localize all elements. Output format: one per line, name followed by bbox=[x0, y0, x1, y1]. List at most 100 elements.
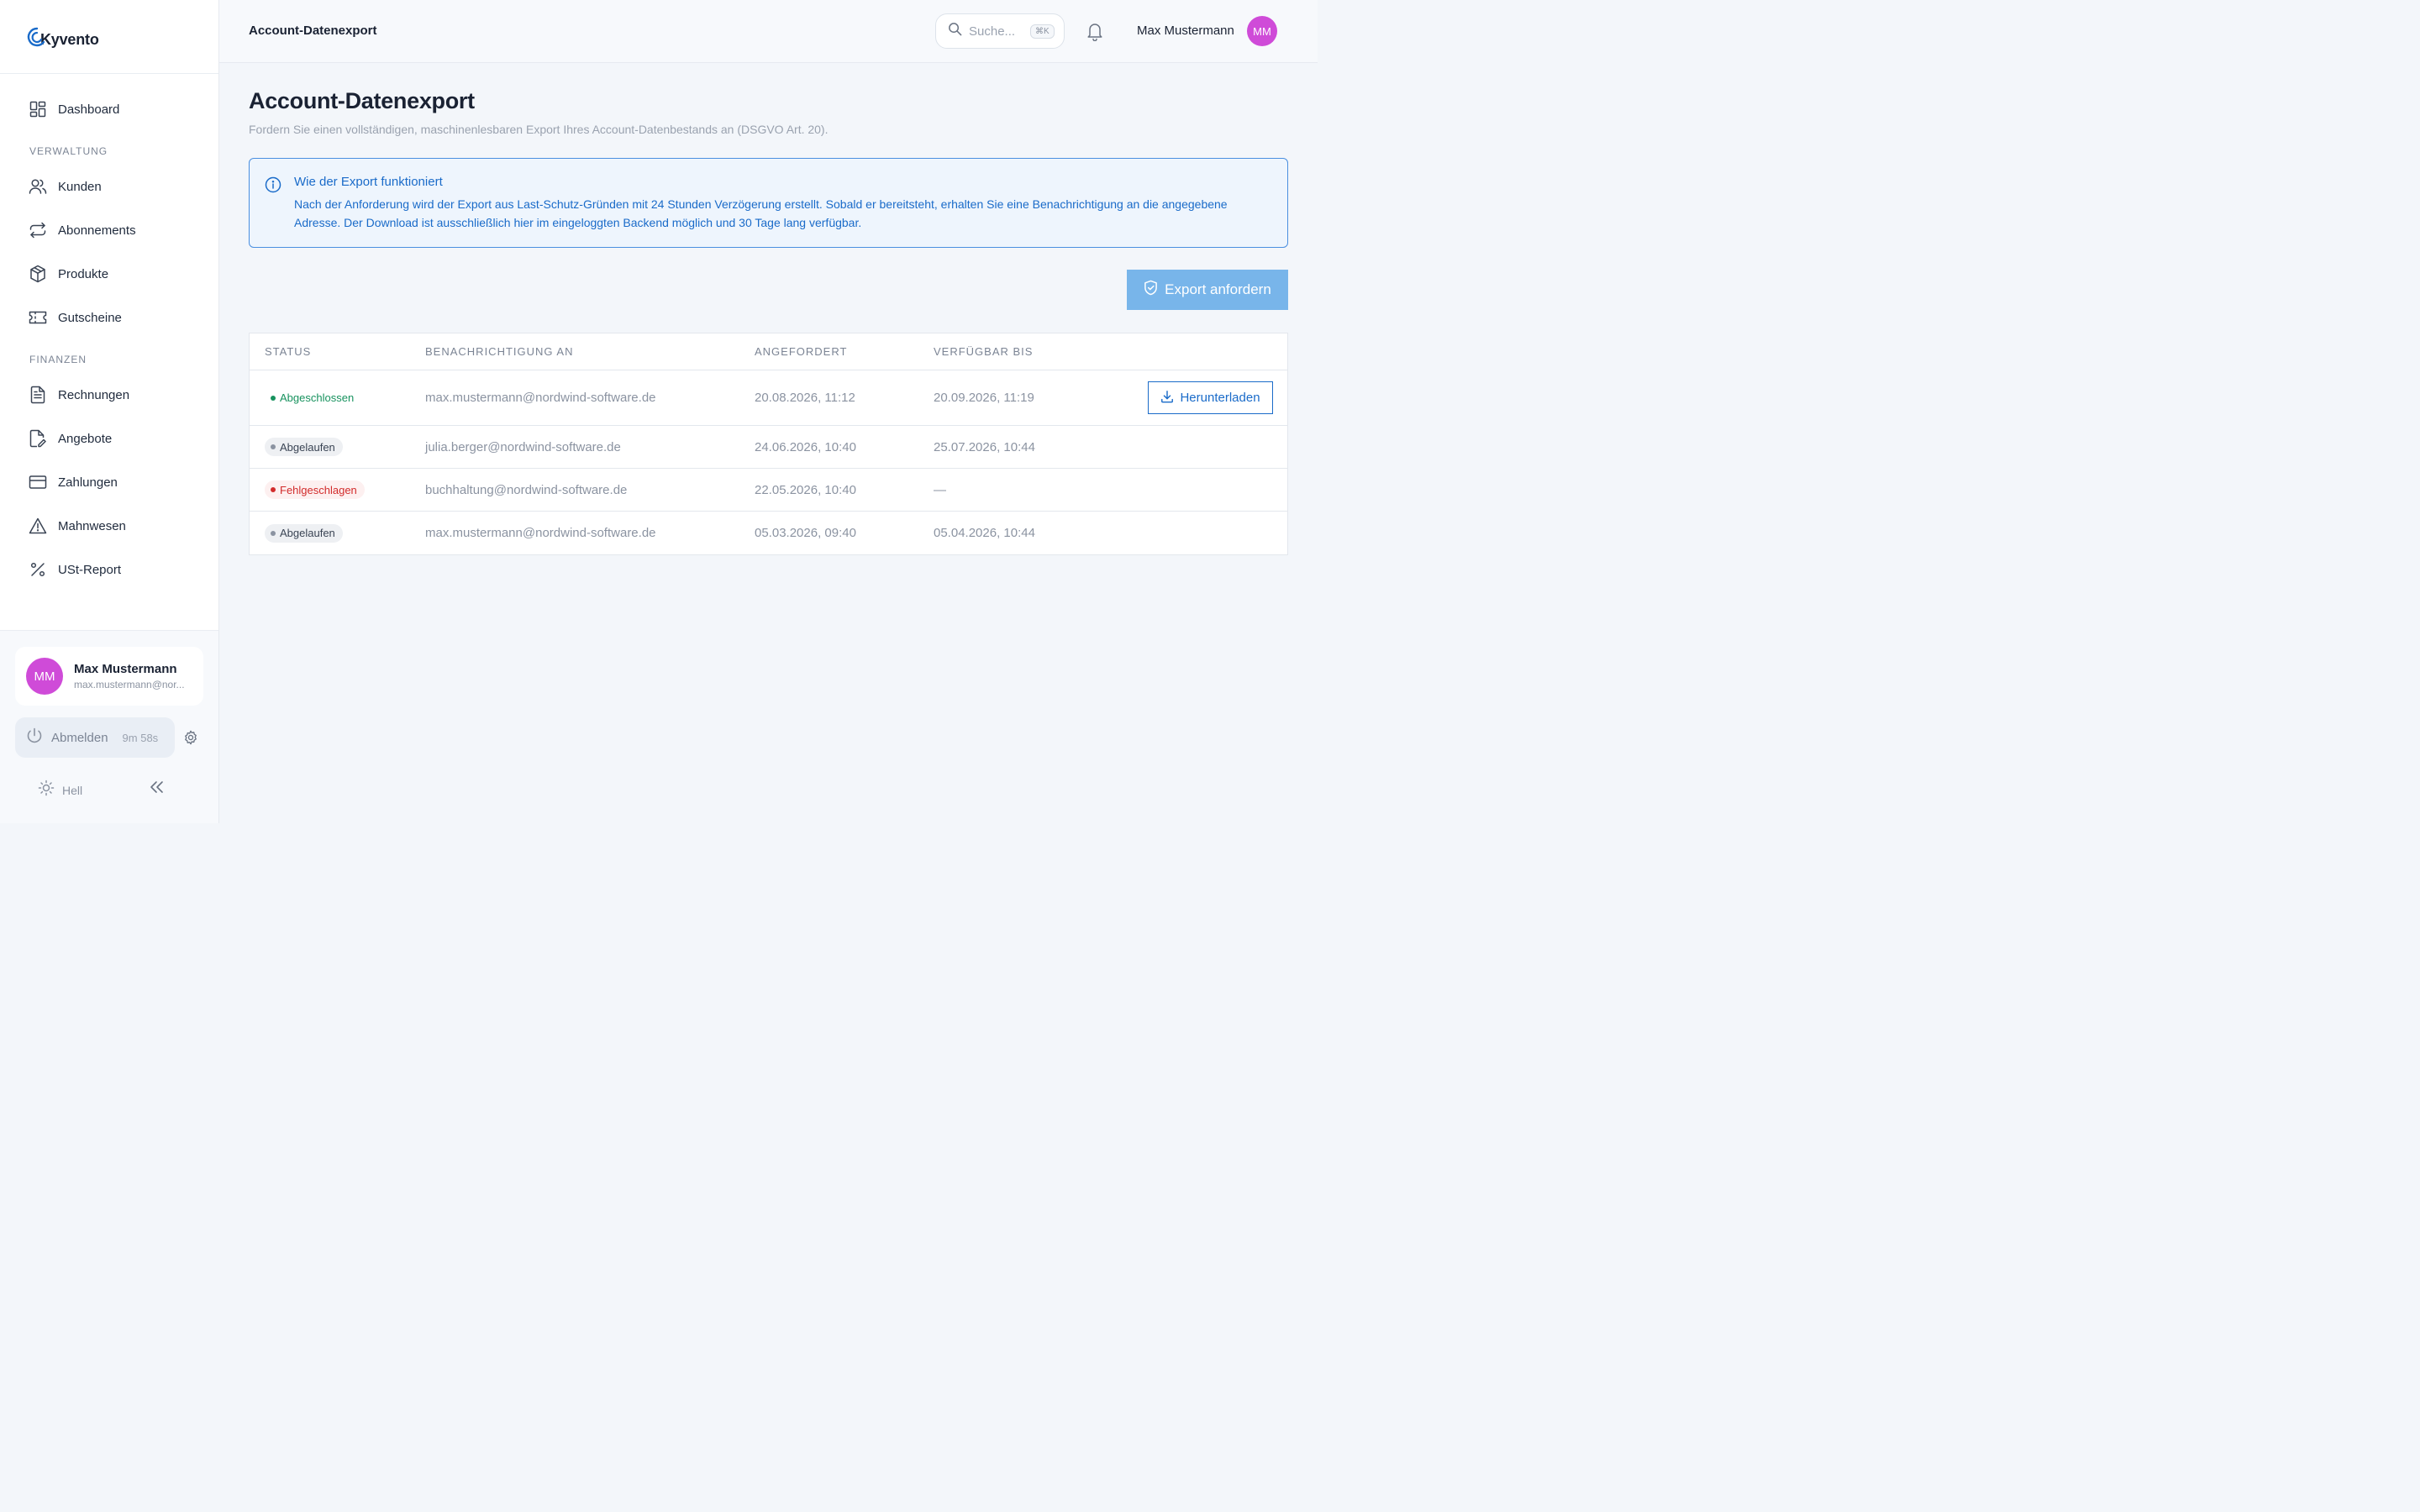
status-label: Fehlgeschlagen bbox=[280, 483, 357, 496]
sidebar-item-zahlungen[interactable]: Zahlungen bbox=[0, 460, 218, 504]
box-icon bbox=[29, 265, 47, 283]
logo-mark-icon bbox=[25, 25, 45, 49]
sidebar-item-abonnements[interactable]: Abonnements bbox=[0, 208, 218, 252]
repeat-icon bbox=[29, 221, 47, 239]
search-input[interactable]: Suche... ⌘K bbox=[935, 13, 1065, 49]
export-button-label: Export anfordern bbox=[1165, 281, 1271, 297]
column-header-requested: ANGEFORDERT bbox=[755, 345, 848, 358]
page-subtitle: Fordern Sie einen vollständigen, maschin… bbox=[249, 123, 829, 136]
logout-label: Abmelden bbox=[51, 730, 108, 745]
header-user-name[interactable]: Max Mustermann bbox=[1137, 24, 1234, 38]
table-header: STATUS BENACHRICHTIGUNG AN ANGEFORDERT V… bbox=[250, 333, 1287, 370]
sidebar-item-label: Rechnungen bbox=[58, 387, 130, 402]
requested-cell: 22.05.2026, 10:40 bbox=[755, 482, 856, 497]
sidebar-item-angebote[interactable]: Angebote bbox=[0, 417, 218, 460]
nav-section-title: FINANZEN bbox=[29, 354, 87, 365]
sun-icon bbox=[38, 780, 55, 801]
logout-button[interactable]: Abmelden 9m 58s bbox=[15, 717, 175, 758]
table-row: Abgeschlossen max.mustermann@nordwind-so… bbox=[250, 370, 1287, 426]
sidebar-item-kunden[interactable]: Kunden bbox=[0, 165, 218, 208]
email-cell: julia.berger@nordwind-software.de bbox=[425, 439, 621, 454]
collapse-sidebar-icon[interactable] bbox=[150, 780, 165, 798]
info-icon bbox=[265, 176, 281, 197]
sidebar-item-gutscheine[interactable]: Gutscheine bbox=[0, 296, 218, 339]
status-cell: Abgelaufen bbox=[250, 438, 425, 456]
available-until-cell: 05.04.2026, 10:44 bbox=[934, 526, 1035, 540]
status-dot bbox=[271, 530, 276, 536]
sidebar-item-label: Dashboard bbox=[58, 102, 120, 117]
alert-triangle-icon bbox=[29, 517, 47, 535]
status-dot bbox=[271, 444, 276, 449]
avatar[interactable]: MM bbox=[1247, 16, 1277, 46]
main-content: Account-Datenexport Fordern Sie einen vo… bbox=[249, 63, 1288, 555]
grid-icon bbox=[29, 100, 47, 118]
brand-name: Kyvento bbox=[40, 31, 99, 48]
sidebar-item-produkte[interactable]: Produkte bbox=[0, 252, 218, 296]
file-edit-icon bbox=[29, 429, 47, 448]
avatar: MM bbox=[26, 658, 63, 695]
percent-icon bbox=[29, 560, 47, 579]
ticket-icon bbox=[29, 308, 47, 327]
sidebar-item-label: Kunden bbox=[58, 179, 102, 194]
sidebar-item-mahnwesen[interactable]: Mahnwesen bbox=[0, 504, 218, 548]
sidebar-item-label: Produkte bbox=[58, 266, 109, 281]
sidebar-item-ust-report[interactable]: USt-Report bbox=[0, 548, 218, 591]
power-icon bbox=[26, 727, 43, 748]
sidebar-footer: MM Max Mustermann max.mustermann@nor... … bbox=[0, 630, 218, 823]
actions-bar: Export anfordern bbox=[249, 248, 1288, 333]
status-label: Abgelaufen bbox=[280, 440, 335, 454]
info-text: Nach der Anforderung wird der Export aus… bbox=[294, 197, 1228, 229]
status-dot bbox=[271, 395, 276, 401]
user-email: max.mustermann@nor... bbox=[74, 679, 185, 690]
info-box: Wie der Export funktioniert Nach der Anf… bbox=[249, 158, 1288, 248]
status-cell: Abgeschlossen bbox=[250, 388, 425, 407]
sidebar-item-label: Gutscheine bbox=[58, 310, 122, 325]
requested-cell: 05.03.2026, 09:40 bbox=[755, 526, 856, 540]
status-badge: Abgelaufen bbox=[265, 438, 343, 456]
available-until-cell: — bbox=[934, 482, 946, 497]
table-row: Abgelaufen max.mustermann@nordwind-softw… bbox=[250, 512, 1287, 554]
email-cell: max.mustermann@nordwind-software.de bbox=[425, 526, 656, 540]
theme-toggle[interactable]: Hell bbox=[38, 780, 82, 801]
nav-section-title: VERWALTUNG bbox=[29, 145, 108, 157]
download-icon bbox=[1160, 390, 1180, 407]
status-cell: Abgelaufen bbox=[250, 523, 425, 543]
email-cell: buchhaltung@nordwind-software.de bbox=[425, 482, 628, 497]
sidebar-item-label: Mahnwesen bbox=[58, 518, 126, 533]
available-until-cell: 20.09.2026, 11:19 bbox=[934, 391, 1034, 405]
column-header-notify: BENACHRICHTIGUNG AN bbox=[425, 345, 574, 358]
actions-cell: Herunterladen bbox=[1148, 381, 1287, 414]
users-icon bbox=[29, 177, 47, 196]
status-dot bbox=[271, 487, 276, 492]
export-request-button[interactable]: Export anfordern bbox=[1127, 270, 1288, 310]
status-badge: Abgeschlossen bbox=[265, 388, 362, 407]
requested-cell: 20.08.2026, 11:12 bbox=[755, 391, 855, 405]
credit-card-icon bbox=[29, 473, 47, 491]
column-header-status: STATUS bbox=[265, 345, 312, 358]
top-header: Account-Datenexport Suche... ⌘K Max Must… bbox=[219, 0, 1318, 63]
table-row: Abgelaufen julia.berger@nordwind-softwar… bbox=[250, 426, 1287, 469]
sidebar-nav: Dashboard VERWALTUNG Kunden Abonnements … bbox=[0, 74, 218, 591]
status-cell: Fehlgeschlagen bbox=[250, 480, 425, 499]
header-title: Account-Datenexport bbox=[249, 24, 377, 38]
table-row: Fehlgeschlagen buchhaltung@nordwind-soft… bbox=[250, 469, 1287, 512]
page-title: Account-Datenexport bbox=[249, 88, 475, 113]
user-card[interactable]: MM Max Mustermann max.mustermann@nor... bbox=[15, 647, 203, 706]
session-timer: 9m 58s bbox=[122, 731, 159, 744]
gear-icon[interactable] bbox=[183, 730, 198, 749]
sidebar-item-label: Zahlungen bbox=[58, 475, 118, 490]
theme-label: Hell bbox=[62, 783, 83, 797]
status-badge: Abgelaufen bbox=[265, 523, 343, 543]
search-placeholder: Suche... bbox=[969, 24, 1016, 39]
download-button[interactable]: Herunterladen bbox=[1148, 381, 1273, 414]
sidebar-item-rechnungen[interactable]: Rechnungen bbox=[0, 373, 218, 417]
brand-logo[interactable]: Kyvento bbox=[0, 0, 218, 74]
user-card-text: Max Mustermann max.mustermann@nor... bbox=[74, 662, 185, 690]
search-shortcut: ⌘K bbox=[1030, 24, 1055, 39]
sidebar-item-label: Angebote bbox=[58, 431, 113, 446]
exports-table: STATUS BENACHRICHTIGUNG AN ANGEFORDERT V… bbox=[249, 333, 1288, 555]
bell-icon[interactable] bbox=[1086, 21, 1104, 45]
sidebar-item-dashboard[interactable]: Dashboard bbox=[0, 87, 218, 131]
email-cell: max.mustermann@nordwind-software.de bbox=[425, 391, 656, 405]
status-label: Abgeschlossen bbox=[280, 391, 355, 404]
